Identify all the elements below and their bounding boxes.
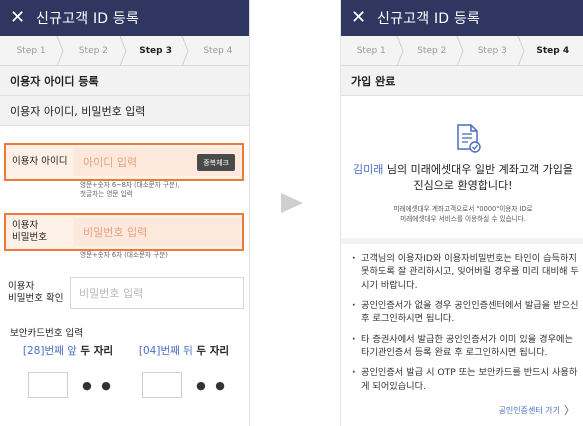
document-check-icon bbox=[457, 124, 481, 153]
cert-center-link-label: 공인인증센터 가기 bbox=[498, 405, 560, 415]
user-id-label: 이용자 아이디 bbox=[12, 156, 68, 168]
step-2: Step 2 bbox=[62, 36, 127, 66]
notice-list: 고객님의 이용자ID와 이용자비밀번호는 타인이 습득하지 못하도록 잘 관리하… bbox=[351, 252, 579, 400]
security-card-label: 보안카드번호 입력 bbox=[10, 328, 83, 339]
notice-item: 공인인증서가 없을 경우 공인인증센터에서 발급을 받으신 후 로그인하시면 됩… bbox=[351, 299, 579, 326]
masked-digits-first: ● ● bbox=[82, 378, 114, 392]
close-icon[interactable]: ✕ bbox=[351, 9, 371, 27]
chevron-right-icon: 〉 bbox=[564, 404, 575, 417]
first-position: 앞 bbox=[63, 345, 77, 357]
user-id-hint-line-1: 영문+숫자 6~8자 (대소문자 구분), bbox=[80, 181, 180, 189]
section-title: 가입 완료 bbox=[341, 66, 583, 96]
user-id-hint-line-2: 첫글자는 영문 입력 bbox=[80, 189, 133, 198]
user-id-row: 이용자 아이디 아이디 입력 중복체크 bbox=[4, 143, 244, 181]
welcome-message: 김미래 님의 미래에셋대우 일반 계좌고객 가입을 진심으로 환영합니다! bbox=[349, 162, 577, 194]
notice-item: 공인인증서 발급 시 OTP 또는 보안카드를 반드시 사용하게 되어있습니다. bbox=[351, 366, 579, 393]
password-confirm-placeholder: 비밀번호 입력 bbox=[79, 287, 144, 300]
security-card-second-header: [04]번째 뒤 두 자리 bbox=[126, 343, 242, 358]
password-confirm-label-line-2: 비밀번호 확인 bbox=[8, 293, 64, 304]
divider bbox=[341, 238, 583, 244]
password-confirm-row: 이용자 비밀번호 확인 비밀번호 입력 bbox=[4, 277, 244, 309]
welcome-subtext-line-2: 미래에셋대우 서비스를 이용하실 수 있습니다. bbox=[400, 214, 526, 223]
password-confirm-label-line-1: 이용자 bbox=[8, 281, 35, 293]
user-id-input[interactable]: 아이디 입력 중복체크 bbox=[74, 148, 240, 176]
security-card-input-first[interactable] bbox=[28, 372, 68, 398]
password-hint: 영문+숫자 6자 (대소문자 구분) bbox=[80, 251, 168, 259]
welcome-line-1: 님의 미래에셋대우 일반 계좌고객 가입을 bbox=[383, 163, 573, 176]
welcome-subtext: 미래에셋대우 계좌고객으로서 "0000"이용자 ID로 미래에셋대우 서비스를… bbox=[349, 205, 577, 225]
welcome-line-2: 진심으로 환영합니다! bbox=[413, 178, 513, 192]
registration-complete-screen: ✕ 신규고객 ID 등록 Step 1 Step 2 Step 3 Step 4… bbox=[340, 0, 583, 426]
sub-title: 이용자 아이디, 비밀번호 입력 bbox=[0, 96, 249, 126]
password-label-line-1: 이용자 bbox=[12, 220, 39, 232]
step-3: Step 3 bbox=[462, 36, 525, 66]
second-position: 뒤 bbox=[179, 345, 193, 357]
page-title: 신규고객 ID 등록 bbox=[377, 11, 481, 27]
step-1: Step 1 bbox=[0, 36, 64, 66]
security-card-inputs: ● ● ● ● bbox=[28, 372, 242, 398]
user-id-placeholder: 아이디 입력 bbox=[83, 156, 138, 169]
page-title: 신규고객 ID 등록 bbox=[36, 11, 140, 27]
title-bar: ✕ 신규고객 ID 등록 bbox=[341, 0, 583, 36]
second-index: [04]번째 bbox=[138, 345, 180, 357]
password-row: 이용자 비밀번호 비밀번호 입력 bbox=[4, 213, 244, 251]
id-registration-screen: ✕ 신규고객 ID 등록 Step 1 Step 2 Step 3 Step 4… bbox=[0, 0, 250, 426]
security-card-input-second[interactable] bbox=[142, 372, 182, 398]
second-digits-label: 두 자리 bbox=[192, 345, 230, 357]
cert-center-link[interactable]: 공인인증센터 가기 〉 bbox=[499, 402, 575, 418]
title-bar: ✕ 신규고객 ID 등록 bbox=[0, 0, 249, 36]
step-indicator: Step 1 Step 2 Step 3 Step 4 bbox=[341, 36, 583, 66]
first-index: [28]번째 bbox=[22, 345, 64, 357]
masked-digits-second: ● ● bbox=[196, 378, 228, 392]
step-2: Step 2 bbox=[402, 36, 464, 66]
password-label: 이용자 비밀번호 bbox=[8, 220, 74, 244]
section-title: 이용자 아이디 등록 bbox=[0, 66, 249, 96]
step-4-active: Step 4 bbox=[536, 45, 570, 56]
password-input[interactable]: 비밀번호 입력 bbox=[74, 218, 240, 246]
password-confirm-input[interactable]: 비밀번호 입력 bbox=[70, 277, 244, 309]
step-1: Step 1 bbox=[341, 36, 404, 66]
customer-name: 김미래 bbox=[353, 163, 384, 176]
step-3-active: Step 3 bbox=[125, 36, 189, 66]
close-icon[interactable]: ✕ bbox=[10, 9, 30, 27]
password-placeholder: 비밀번호 입력 bbox=[83, 226, 148, 239]
step-4: Step 4 bbox=[203, 45, 233, 56]
transition-arrow-icon bbox=[281, 193, 303, 213]
notice-item: 타 증권사에서 발급한 공인인증서가 이미 있을 경우에는 타기관인증서 등록 … bbox=[351, 333, 579, 360]
password-confirm-label: 이용자 비밀번호 확인 bbox=[4, 281, 70, 305]
user-id-hint: 영문+숫자 6~8자 (대소문자 구분), 첫글자는 영문 입력 bbox=[80, 181, 180, 199]
notice-item: 고객님의 이용자ID와 이용자비밀번호는 타인이 습득하지 못하도록 잘 관리하… bbox=[351, 252, 579, 292]
first-digits-label: 두 자리 bbox=[76, 345, 114, 357]
security-card-first-header: [28]번째 앞 두 자리 bbox=[10, 343, 126, 358]
password-label-line-2: 비밀번호 bbox=[12, 232, 47, 243]
welcome-subtext-line-1: 미래에셋대우 계좌고객으로서 "0000"이용자 ID로 bbox=[393, 205, 533, 213]
duplicate-check-button[interactable]: 중복체크 bbox=[197, 154, 235, 171]
security-card-headers: [28]번째 앞 두 자리 [04]번째 뒤 두 자리 bbox=[10, 343, 242, 358]
step-indicator: Step 1 Step 2 Step 3 Step 4 bbox=[0, 36, 249, 66]
